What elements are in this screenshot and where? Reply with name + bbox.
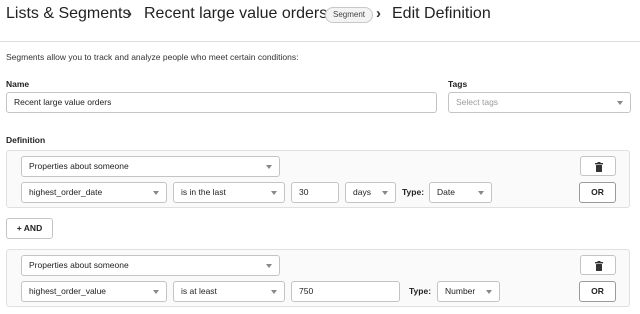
chevron-down-icon <box>266 165 272 169</box>
tags-select[interactable]: Select tags <box>448 92 631 113</box>
chevron-down-icon <box>266 264 272 268</box>
type-select[interactable]: Number <box>437 281 500 302</box>
or-button[interactable]: OR <box>579 281 616 302</box>
page-title: Edit Definition <box>392 5 491 22</box>
chevron-down-icon <box>271 290 277 294</box>
type-select[interactable]: Date <box>429 182 492 203</box>
unit-select[interactable]: days <box>345 182 396 203</box>
value-input[interactable]: 30 <box>291 182 339 203</box>
property-select[interactable]: highest_order_date <box>21 182 167 203</box>
segment-badge: Segment <box>325 7 374 23</box>
condition-category-select[interactable]: Properties about someone <box>21 156 280 177</box>
name-input[interactable]: Recent large value orders <box>6 92 437 113</box>
breadcrumb-lists-segments[interactable]: Lists & Segments <box>6 5 131 23</box>
select-value: highest_order_date <box>29 187 103 197</box>
breadcrumb-separator: › <box>376 5 381 22</box>
property-select[interactable]: highest_order_value <box>21 281 167 302</box>
intro-text: Segments allow you to track and analyze … <box>6 52 299 62</box>
select-value: Date <box>437 187 455 197</box>
value-input[interactable]: 750 <box>291 281 400 302</box>
select-value: highest_order_value <box>29 286 107 296</box>
add-and-condition-button[interactable]: + AND <box>6 218 53 239</box>
breadcrumb: Lists & Segments › Recent large value or… <box>0 0 640 42</box>
chevron-down-icon <box>382 191 388 195</box>
breadcrumb-segment-name[interactable]: Recent large value orders <box>144 5 327 23</box>
chevron-down-icon <box>478 191 484 195</box>
chevron-down-icon <box>617 101 623 105</box>
select-value: is in the last <box>181 187 226 197</box>
select-value: is at least <box>181 286 217 296</box>
select-value: Number <box>445 286 476 296</box>
trash-icon <box>595 261 603 271</box>
breadcrumb-separator: › <box>127 5 132 22</box>
chevron-down-icon <box>486 290 492 294</box>
chevron-down-icon <box>153 290 159 294</box>
select-value: Properties about someone <box>29 260 129 270</box>
or-button[interactable]: OR <box>579 182 616 203</box>
select-value: Properties about someone <box>29 161 129 171</box>
trash-icon <box>595 162 603 172</box>
name-label: Name <box>6 79 30 89</box>
definition-label: Definition <box>6 135 46 145</box>
delete-condition-button[interactable] <box>580 156 616 176</box>
chevron-down-icon <box>271 191 277 195</box>
type-label: Type: <box>402 187 425 197</box>
operator-select[interactable]: is in the last <box>173 182 285 203</box>
tags-placeholder: Select tags <box>456 97 499 107</box>
type-label: Type: <box>409 286 432 296</box>
select-value: days <box>353 187 371 197</box>
tags-label: Tags <box>448 79 468 89</box>
delete-condition-button[interactable] <box>580 255 616 275</box>
chevron-down-icon <box>153 191 159 195</box>
condition-category-select[interactable]: Properties about someone <box>21 255 280 276</box>
operator-select[interactable]: is at least <box>173 281 285 302</box>
